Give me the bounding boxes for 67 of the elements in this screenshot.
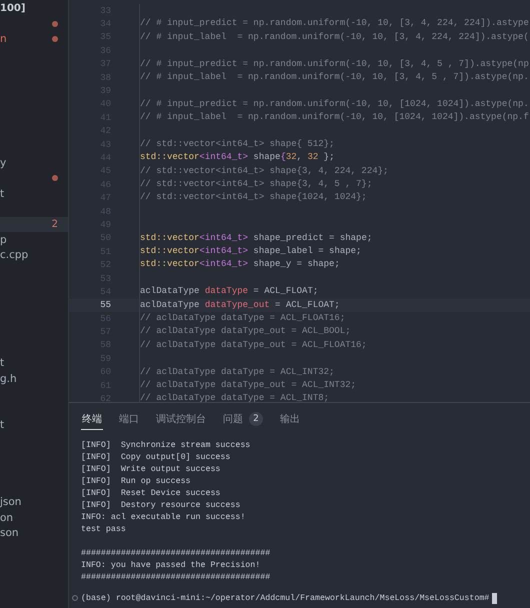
terminal-cursor [492, 592, 498, 604]
terminal-output-line: [INFO] Copy output[0] success [81, 452, 232, 464]
code-text: // # input_predict = np.random.uniform(-10, 10, [3, 4, 5 , 7]).astype(np [139, 58, 529, 71]
code-text: // # input_predict = np.random.uniform(-10, 10, [3, 4, 224, 224]).astype [139, 17, 529, 31]
file-name: g.h [0, 372, 17, 385]
file-name: t [0, 419, 4, 432]
terminal-prompt: (base) root@davinci-mini:~/operator/Addcmul/FrameworkLaunch/MseLoss/MseLossCustom# [81, 594, 490, 602]
code-text: // aclDataType dataType_out = ACL_BOOL; [139, 325, 351, 339]
terminal-output-line: test pass [81, 524, 127, 536]
code-text: // std::vector<int64_t> shape{ 512}; [139, 138, 334, 152]
file-item[interactable]: t [0, 186, 68, 202]
file-item[interactable]: t [0, 417, 68, 433]
code-text: std::vector<int64_t> shape_y = shape; [139, 258, 340, 272]
file-name: t [0, 188, 4, 200]
code-text: // aclDataType dataType_out = ACL_FLOAT16; [139, 338, 367, 352]
code-text: // # input_label = np.random.uniform(-10, 10, [1024, 1024]).astype(np.f [139, 111, 529, 125]
code-text: std::vector<int64_t> shape_predict = shape; [139, 232, 372, 246]
code-text: std::vector<int64_t> shape{32, 32 }; [139, 151, 334, 165]
file-item[interactable]: n [0, 31, 68, 47]
terminal-output-line: [INFO] Write output success [81, 464, 222, 476]
file-item[interactable]: son [0, 525, 68, 541]
file-item[interactable]: on [0, 510, 68, 526]
code-text: // # input_label = np.random.uniform(-10, 10, [3, 4, 224, 224]).astype( [139, 30, 529, 44]
file-name: t [0, 357, 4, 370]
code-text: // aclDataType dataType = ACL_INT8; [139, 392, 330, 402]
file-name: on [0, 512, 14, 524]
file-item[interactable]: p [0, 232, 68, 248]
panel-tab[interactable]: 调试控制台 [155, 408, 207, 430]
terminal-output-line: [INFO] Run op success [81, 476, 192, 488]
code-text: std::vector<int64_t> shape_label = shape; [139, 245, 362, 258]
terminal-output-line: INFO: acl executable run success! [81, 512, 246, 524]
file-item[interactable]: t [0, 356, 68, 372]
terminal-output-line: [INFO] Reset Device success [81, 488, 222, 500]
problem-count: 2 [52, 218, 58, 230]
terminal-output-line: ###################################### [81, 548, 272, 560]
terminal-output-line: INFO: you have passed the Precision! [81, 560, 262, 572]
code-text: // std::vector<int64_t> shape{1024, 1024}; [139, 191, 367, 205]
panel-tab[interactable]: 问题 2 [222, 408, 264, 430]
code-text: // aclDataType dataType = ACL_INT32; [139, 366, 334, 379]
file-name: y [0, 156, 6, 169]
folder-title: 100] [0, 2, 26, 16]
panel-tab[interactable]: 输出 [279, 408, 301, 430]
line-number: 55 [99, 300, 111, 310]
file-item[interactable]: json [0, 494, 68, 510]
code-text: aclDataType dataType_out = ACL_FLOAT; [139, 298, 340, 312]
file-item[interactable]: c.cpp [0, 248, 68, 263]
terminal-output-line: [INFO] Destory resource success [81, 500, 242, 512]
code-text: // # input_label = np.random.uniform(-10, 10, [3, 4, 5 , 7]).astype(np. [139, 70, 529, 84]
file-name: c.cpp [0, 249, 28, 262]
code-text: // std::vector<int64_t> shape{3, 4, 224, 224}; [139, 164, 388, 178]
code-text: // # input_predict = np.random.uniform(-10, 10, [1024, 1024]).astype(np. [139, 98, 529, 112]
file-name: p [0, 234, 7, 246]
panel-tab[interactable]: 终端 [81, 408, 103, 430]
file-item[interactable]: 2 [0, 216, 68, 232]
terminal-output-line: [INFO] Synchronize stream success [81, 440, 252, 452]
file-item[interactable]: g.h [0, 371, 68, 386]
code-text: // aclDataType dataType_out = ACL_INT32; [139, 378, 356, 392]
code-text: // std::vector<int64_t> shape{3, 4, 5 , 7}; [139, 178, 372, 192]
count-badge: 2 [249, 412, 263, 426]
file-name: n [0, 33, 7, 46]
file-name: son [0, 527, 19, 540]
code-text: // aclDataType dataType = ACL_FLOAT16; [139, 312, 346, 326]
circle-icon [72, 595, 78, 601]
panel-tab[interactable]: 端口 [118, 408, 140, 430]
file-name: json [0, 496, 22, 508]
file-item[interactable]: y [0, 154, 68, 170]
terminal-output-line: ###################################### [81, 572, 272, 584]
